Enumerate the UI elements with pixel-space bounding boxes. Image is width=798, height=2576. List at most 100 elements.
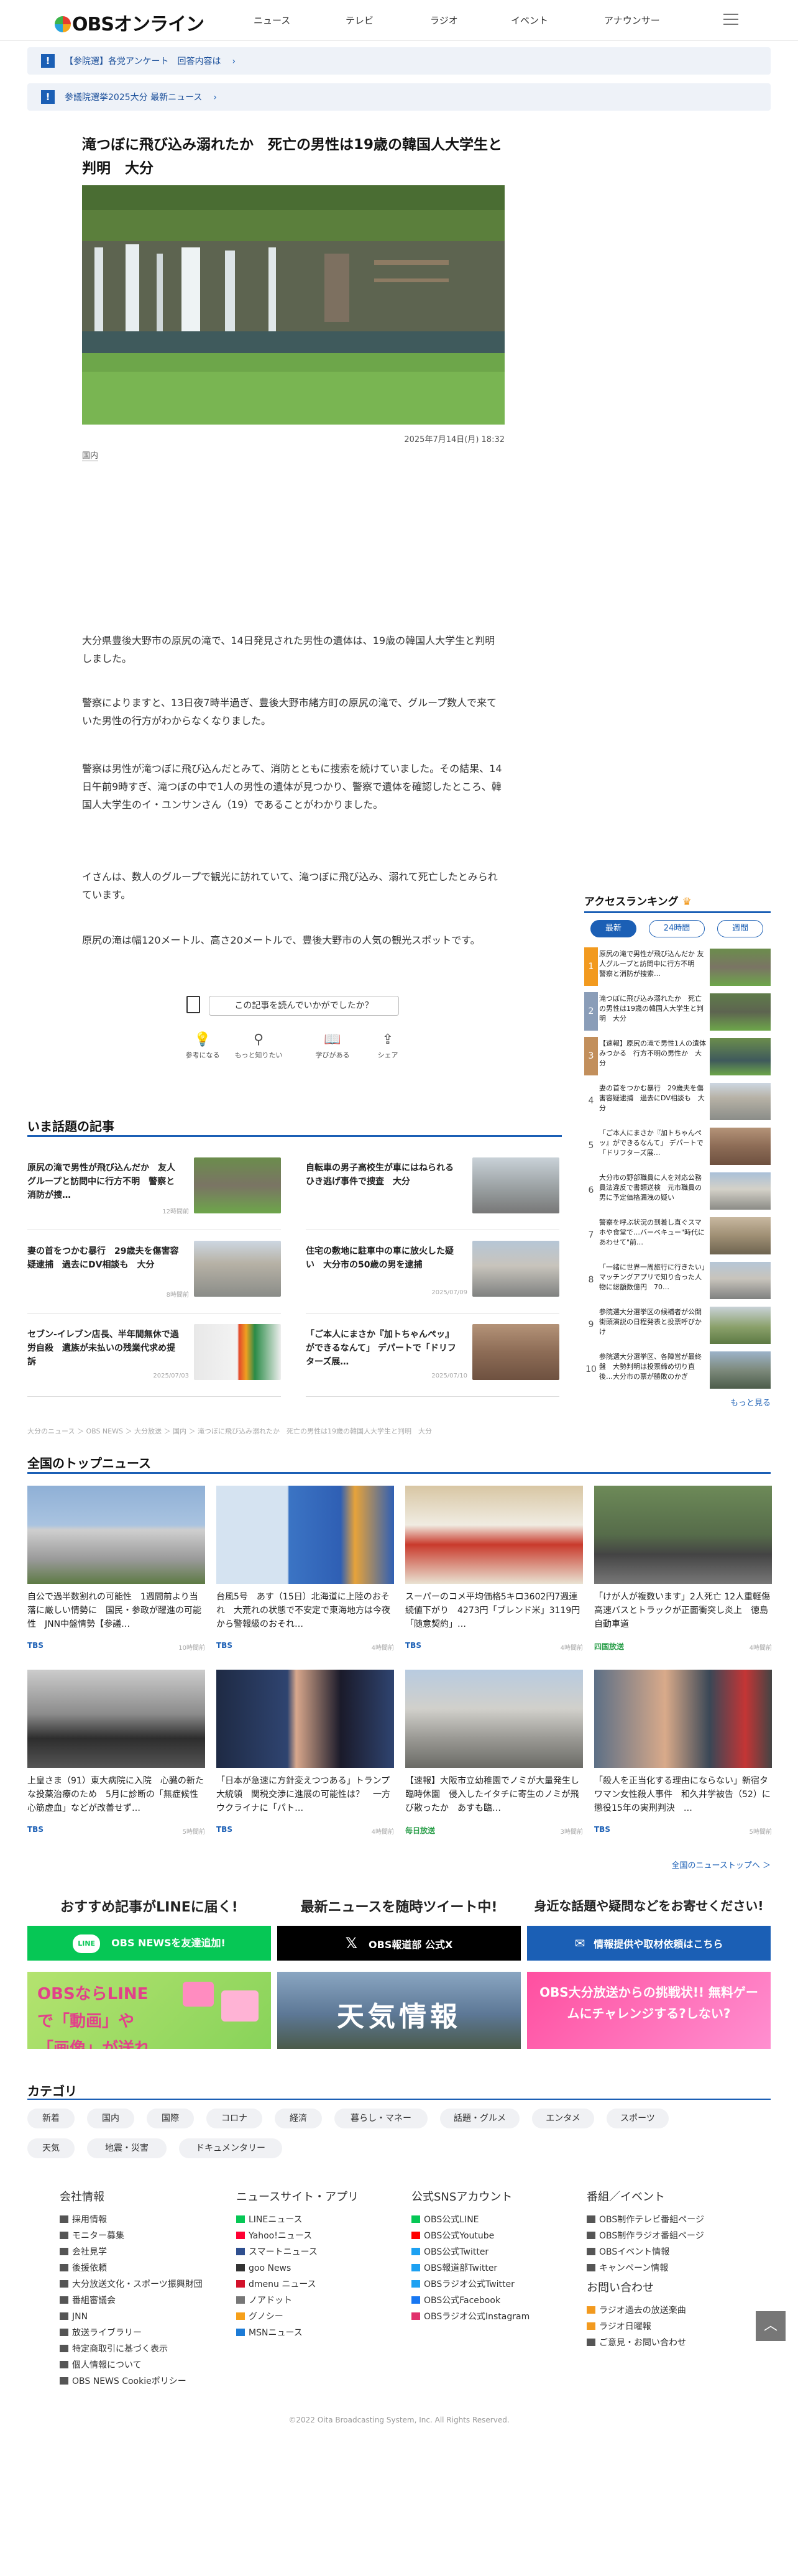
- topic-item[interactable]: 自転車の男子高校生が車にはねられる ひき逃げ事件で捜査 大分: [306, 1157, 559, 1220]
- ranking-item[interactable]: 9 参院選大分選挙区の候補者が公開 街頭演説の日程発表と投票呼びかけ: [584, 1305, 771, 1346]
- notice-bar-election[interactable]: ! 参議院選挙2025大分 最新ニュース ›: [27, 83, 771, 111]
- feedback-more-button[interactable]: ⚲ もっと知りたい: [234, 1032, 283, 1060]
- notice-text: 参議院選挙2025大分 最新ニュース: [65, 93, 203, 103]
- national-more-link[interactable]: 全国のニューストップへ ＞: [621, 1859, 771, 1870]
- ranking-item[interactable]: 3 【速報】原尻の滝で男性1人の遺体みつかる 行方不明の男性か 大分: [584, 1037, 771, 1078]
- ranking-item[interactable]: 10 参院選大分選挙区、各陣営が最終盤 大勢判明は投票締め切り直後…大分市の票が勝…: [584, 1350, 771, 1391]
- category-chip[interactable]: 地震・災害: [87, 2138, 167, 2158]
- news-card[interactable]: 「日本が急速に方針変えつつある」トランプ大統領 関税交渉に進展の可能性は？ 一方…: [216, 1670, 394, 1856]
- news-thumbnail: [594, 1486, 772, 1584]
- nav-event[interactable]: イベント: [511, 14, 548, 27]
- category-chip[interactable]: コロナ: [206, 2109, 262, 2128]
- footer-link[interactable]: OBSイベント情報: [587, 2244, 754, 2260]
- ranking-tab-weekly[interactable]: 週間: [717, 920, 763, 937]
- footer-link[interactable]: Yahoo!ニュース: [236, 2228, 404, 2244]
- footer-link[interactable]: LINEニュース: [236, 2212, 404, 2228]
- x-logo-icon: 𝕏: [345, 1934, 358, 1952]
- footer-link[interactable]: 採用情報: [60, 2212, 227, 2228]
- site-logo[interactable]: OBSオンライン: [55, 9, 204, 36]
- category-chip[interactable]: 国内: [87, 2109, 134, 2128]
- feedback-learn-button[interactable]: 📖 学びがある: [311, 1032, 354, 1060]
- share-button[interactable]: ⇪ シェア: [370, 1032, 405, 1060]
- x-account-button[interactable]: 𝕏 OBS報道部 公式X: [277, 1926, 521, 1961]
- news-card[interactable]: 【速報】大阪市立幼稚園でノミが大量発生し臨時休園 侵入したイタチに寄生のノミが飛…: [405, 1670, 583, 1856]
- footer-link[interactable]: スマートニュース: [236, 2244, 404, 2260]
- category-chip[interactable]: 話題・グルメ: [440, 2109, 520, 2128]
- topic-item[interactable]: セブン-イレブン店長、半年間無休で過労自殺 遺族が未払いの残業代求め提訴 2025…: [27, 1324, 281, 1386]
- nav-radio[interactable]: ラジオ: [430, 14, 458, 27]
- footer-link[interactable]: 特定商取引に基づく表示: [60, 2341, 227, 2357]
- footer-link[interactable]: OBS制作テレビ番組ページ: [587, 2212, 754, 2228]
- footer-link[interactable]: OBS報道部Twitter: [411, 2260, 579, 2276]
- footer-link[interactable]: OBSラジオ公式Twitter: [411, 2276, 579, 2293]
- game-challenge-banner[interactable]: OBS大分放送からの挑戦状!! 無料ゲームにチャレンジする?しない?: [527, 1972, 771, 2049]
- ranking-more-link[interactable]: もっと見る: [690, 1396, 771, 1408]
- news-card[interactable]: 台風5号 あす（15日）北海道に上陸のおそれ 大荒れの状態で不安定で東海地方は今…: [216, 1486, 394, 1672]
- footer-link[interactable]: ノアドット: [236, 2293, 404, 2309]
- footer-link[interactable]: OBS NEWS Cookieポリシー: [60, 2373, 227, 2390]
- feedback-helpful-button[interactable]: 💡 参考になる: [184, 1032, 221, 1060]
- footer-link[interactable]: 番組審議会: [60, 2293, 227, 2309]
- footer-link[interactable]: OBS制作ラジオ番組ページ: [587, 2228, 754, 2244]
- footer-link[interactable]: 大分放送文化・スポーツ振興財団: [60, 2276, 227, 2293]
- notice-bar-survey[interactable]: ! 【参院選】各党アンケート 回答内容は ›: [27, 47, 771, 75]
- nav-announcer[interactable]: アナウンサー: [604, 14, 660, 27]
- footer-link[interactable]: OBS公式LINE: [411, 2212, 579, 2228]
- footer-link[interactable]: ラジオ日曜報: [587, 2319, 754, 2335]
- category-chip[interactable]: 国際: [147, 2109, 194, 2128]
- footer-link[interactable]: 個人情報について: [60, 2357, 227, 2373]
- footer-link[interactable]: ご意見・お問い合わせ: [587, 2335, 754, 2351]
- ranking-item[interactable]: 2 滝つぼに飛び込み溺れたか 死亡の男性は19歳の韓国人大学生と判明 大分: [584, 992, 771, 1033]
- topic-item[interactable]: 住宅の敷地に駐車中の車に放火した疑い 大分市の50歳の男を逮捕 2025/07/0…: [306, 1241, 559, 1303]
- category-chip[interactable]: 天気: [27, 2138, 75, 2158]
- footer-link[interactable]: 放送ライブラリー: [60, 2325, 227, 2341]
- line-promo-banner[interactable]: OBSならLINEで「動画」や「画像」が送れる!: [27, 1972, 271, 2049]
- footer-link[interactable]: モニター募集: [60, 2228, 227, 2244]
- search-icon: ⚲: [253, 1032, 264, 1047]
- line-add-friend-button[interactable]: LINE OBS NEWSを友達追加!: [27, 1926, 271, 1961]
- footer-link[interactable]: ラジオ過去の放送楽曲: [587, 2302, 754, 2319]
- footer-link[interactable]: 後援依頼: [60, 2260, 227, 2276]
- news-card[interactable]: 「殺人を正当化する理由にならない」新宿タワマン女性殺人事件 和久井学被告（52）…: [594, 1670, 772, 1856]
- ranking-item[interactable]: 1 原尻の滝で男性が飛び込んだか 友人グループと訪問中に行方不明 警察と消防が捜索…: [584, 947, 771, 988]
- topic-item[interactable]: 妻の首をつかむ暴行 29歳夫を傷害容疑逮捕 過去にDV相談も 大分 8時間前: [27, 1241, 281, 1303]
- ranking-item[interactable]: 5 「ご本人にまさか『加トちゃんぺッ』ができるなんて」 デパートで「ドリフターズ展…: [584, 1126, 771, 1167]
- footer-link[interactable]: キャンペーン情報: [587, 2260, 754, 2276]
- category-chip[interactable]: 経済: [275, 2109, 322, 2128]
- weather-banner[interactable]: 天気情報: [277, 1972, 521, 2049]
- ranking-item[interactable]: 7 警察を呼ぶ状況の到着し直ぐスマホや食堂で…バーベキュー"時代にあわせて"前…: [584, 1216, 771, 1257]
- nav-tv[interactable]: テレビ: [346, 14, 374, 27]
- footer-link[interactable]: OBS公式Twitter: [411, 2244, 579, 2260]
- news-card[interactable]: 自公で過半数割れの可能性 1週間前より当落に厳しい情勢に 国民・参政が躍進の可能…: [27, 1486, 205, 1672]
- category-chip[interactable]: 新着: [27, 2109, 75, 2128]
- topic-item[interactable]: 原尻の滝で男性が飛び込んだか 友人グループと訪問中に行方不明 警察と消防が捜… 1…: [27, 1157, 281, 1220]
- news-card[interactable]: 「けが人が複数います」2人死亡 12人重軽傷 高速バスとトラックが正面衝突し炎上…: [594, 1486, 772, 1672]
- news-card[interactable]: スーパーのコメ平均価格5キロ3602円7週連続値下がり 4273円「ブレンド米」…: [405, 1486, 583, 1672]
- category-chip[interactable]: エンタメ: [532, 2109, 594, 2128]
- ranking-tab-latest[interactable]: 最新: [590, 920, 636, 937]
- footer-link[interactable]: グノシー: [236, 2309, 404, 2325]
- nav-news[interactable]: ニュース: [254, 14, 290, 27]
- article-category-link[interactable]: 国内: [82, 449, 99, 461]
- category-chip[interactable]: ドキュメンタリー: [179, 2138, 282, 2158]
- topic-item[interactable]: 「ご本人にまさか『加トちゃんぺッ』ができるなんて」 デパートで「ドリフターズ展……: [306, 1324, 559, 1386]
- ranking-item[interactable]: 6 大分市の野部職員に人を対応公務員法違反で書類送検 元市職員の男に予定価格漏洩の…: [584, 1171, 771, 1212]
- footer-link[interactable]: JNN: [60, 2309, 227, 2325]
- news-card[interactable]: 上皇さま（91）東大病院に入院 心臓の新たな投薬治療のため 5月に診断の「無症候…: [27, 1670, 205, 1856]
- ranking-item[interactable]: 8 「一緒に世界一周旅行に行きたい」マッチングアプリで知り合った人物に総額数億円 …: [584, 1261, 771, 1302]
- ranking-tab-24h[interactable]: 24時間: [649, 920, 705, 937]
- footer-link[interactable]: dmenu ニュース: [236, 2276, 404, 2293]
- tip-submit-button[interactable]: ✉ 情報提供や取材依頼はこちら: [527, 1926, 771, 1961]
- footer-link[interactable]: OBS公式Facebook: [411, 2293, 579, 2309]
- national-heading-line: [27, 1472, 771, 1474]
- category-chip[interactable]: 暮らし・マネー: [334, 2109, 428, 2128]
- footer-link[interactable]: 会社見学: [60, 2244, 227, 2260]
- menu-icon[interactable]: [723, 14, 738, 26]
- footer-link[interactable]: OBSラジオ公式Instagram: [411, 2309, 579, 2325]
- footer-link[interactable]: MSNニュース: [236, 2325, 404, 2341]
- back-to-top-button[interactable]: ︿: [756, 2311, 786, 2341]
- footer-link[interactable]: goo News: [236, 2260, 404, 2276]
- category-chip[interactable]: スポーツ: [607, 2109, 669, 2128]
- footer-link[interactable]: OBS公式Youtube: [411, 2228, 579, 2244]
- ranking-item[interactable]: 4 妻の首をつかむ暴行 29歳夫を傷害容疑逮捕 過去にDV相談も 大分: [584, 1082, 771, 1123]
